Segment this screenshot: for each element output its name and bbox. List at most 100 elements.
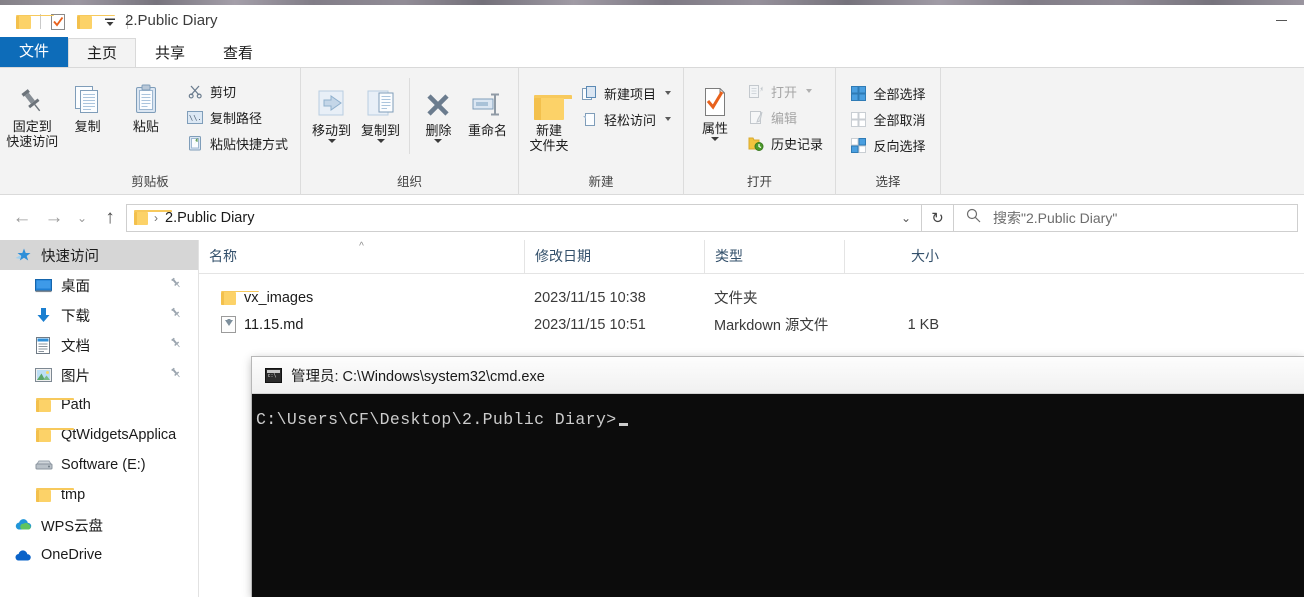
- history-label: 历史记录: [770, 136, 823, 152]
- pin-icon[interactable]: [170, 367, 182, 383]
- tab-file[interactable]: 文件: [0, 37, 69, 67]
- address-dropdown-icon[interactable]: ⌄: [893, 205, 919, 231]
- sidebar-item-onedrive[interactable]: OneDrive: [0, 540, 198, 570]
- sidebar-item-path[interactable]: Path: [0, 390, 198, 420]
- select-all-button[interactable]: 全部选择: [844, 80, 931, 106]
- column-header-name[interactable]: ^ 名称: [199, 240, 524, 273]
- sidebar-item-software-e[interactable]: Software (E:): [0, 450, 198, 480]
- tab-home[interactable]: 主页: [68, 38, 137, 67]
- sidebar-item-label: OneDrive: [41, 547, 103, 563]
- properties-icon[interactable]: [45, 10, 71, 33]
- select-none-button[interactable]: 全部取消: [844, 106, 931, 132]
- open-icon: [748, 83, 765, 100]
- sidebar-item-quick-access[interactable]: 快速访问: [0, 240, 198, 270]
- breadcrumb[interactable]: 2.Public Diary: [165, 210, 254, 226]
- folder-icon[interactable]: [10, 10, 54, 33]
- paste-button[interactable]: 粘贴: [117, 74, 175, 134]
- quick-access-star-icon: [14, 246, 33, 265]
- tab-share[interactable]: 共享: [136, 38, 204, 67]
- file-type: 文件夹: [714, 291, 758, 307]
- column-header-size[interactable]: 大小: [844, 240, 949, 273]
- rename-button[interactable]: 重命名: [463, 78, 512, 138]
- column-header-date[interactable]: 修改日期: [524, 240, 704, 273]
- copy-button[interactable]: 复制: [58, 74, 116, 134]
- delete-icon: [422, 84, 454, 120]
- sidebar-item-desktop[interactable]: 桌面: [0, 270, 198, 300]
- open-button[interactable]: 打开: [742, 78, 829, 104]
- properties-button[interactable]: 属性: [690, 76, 740, 141]
- search-box[interactable]: 搜索"2.Public Diary": [954, 203, 1298, 232]
- new-item-icon: [581, 85, 598, 102]
- paste-icon: [129, 80, 163, 116]
- sidebar-item-label: 图片: [61, 368, 90, 385]
- pin-icon[interactable]: [170, 277, 182, 293]
- copy-to-button[interactable]: 复制到: [356, 78, 405, 143]
- ribbon-group-open: 属性 打开 编辑 历史记录 打开: [683, 68, 835, 195]
- table-row[interactable]: vx_images 2023/11/15 10:38 文件夹: [199, 284, 1304, 311]
- new-folder-button[interactable]: 新建 文件夹: [525, 78, 573, 153]
- sidebar-item-documents[interactable]: 文档: [0, 330, 198, 360]
- move-to-label: 移动到: [312, 123, 352, 138]
- new-folder-label-line2: 文件夹: [529, 138, 569, 153]
- select-none-label: 全部取消: [873, 112, 926, 128]
- new-item-button[interactable]: 新建项目: [575, 80, 677, 106]
- chevron-down-icon[interactable]: [97, 10, 123, 33]
- new-folder-icon[interactable]: [71, 10, 115, 33]
- markdown-file-icon: [221, 316, 236, 333]
- address-bar[interactable]: › 2.Public Diary ⌄: [126, 203, 922, 232]
- sidebar-item-pictures[interactable]: 图片: [0, 360, 198, 390]
- cmd-console-output[interactable]: C:\Users\CF\Desktop\2.Public Diary>: [252, 394, 1304, 429]
- invert-selection-label: 反向选择: [873, 138, 926, 154]
- column-header-type[interactable]: 类型: [704, 240, 844, 273]
- open-small-commands: 打开 编辑 历史记录: [742, 76, 829, 156]
- chevron-down-icon: [806, 89, 812, 93]
- paste-shortcut-button[interactable]: 粘贴快捷方式: [181, 130, 294, 156]
- search-input[interactable]: 搜索"2.Public Diary": [993, 208, 1117, 228]
- command-prompt-window[interactable]: 管理员: C:\Windows\system32\cmd.exe C:\User…: [252, 357, 1304, 597]
- history-button[interactable]: 历史记录: [742, 130, 829, 156]
- minimize-button[interactable]: [1258, 5, 1304, 35]
- edit-button[interactable]: 编辑: [742, 104, 829, 130]
- up-button[interactable]: ↑: [94, 202, 126, 234]
- pin-icon[interactable]: [170, 307, 182, 323]
- sidebar-item-label: 文档: [61, 338, 90, 355]
- easy-access-button[interactable]: 轻松访问: [575, 106, 677, 132]
- file-name: 11.15.md: [244, 316, 304, 333]
- recent-locations-button[interactable]: ⌄: [70, 202, 94, 234]
- sidebar-item-label: QtWidgetsApplica: [61, 427, 177, 443]
- pin-icon[interactable]: [170, 337, 182, 353]
- ribbon-group-clipboard: 固定到 快速访问 复制 粘贴 剪切 \\. 复制路径 粘贴快捷方式 剪贴板: [0, 68, 300, 195]
- sidebar-item-qtwidgetsapplication[interactable]: QtWidgetsApplica: [0, 420, 198, 450]
- cmd-title-bar[interactable]: 管理员: C:\Windows\system32\cmd.exe: [252, 357, 1304, 394]
- group-label-select: 选择: [875, 175, 901, 189]
- delete-label: 删除: [425, 123, 452, 138]
- invert-selection-button[interactable]: 反向选择: [844, 132, 931, 158]
- sidebar-item-tmp[interactable]: tmp: [0, 480, 198, 510]
- move-to-button[interactable]: 移动到: [307, 78, 356, 143]
- table-row[interactable]: 11.15.md 2023/11/15 10:51 Markdown 源文件 1…: [199, 311, 1304, 338]
- forward-button[interactable]: →: [38, 202, 70, 234]
- scissors-icon: [187, 83, 204, 100]
- screen: 2.Public Diary 文件 主页 共享 查看 固定到 快速访问 复制 粘…: [0, 0, 1304, 597]
- sidebar-item-downloads[interactable]: 下载: [0, 300, 198, 330]
- copy-path-button[interactable]: \\.. 复制路径: [181, 104, 294, 130]
- cut-button[interactable]: 剪切: [181, 78, 294, 104]
- properties-label: 属性: [701, 121, 728, 136]
- sidebar-item-wps-cloud[interactable]: WPS云盘: [0, 510, 198, 540]
- sidebar-item-label: Software (E:): [61, 457, 146, 473]
- column-header-label: 修改日期: [535, 248, 591, 264]
- copy-to-icon: [364, 84, 398, 120]
- folder-icon: [34, 396, 74, 415]
- ribbon-group-select: 全部选择 全部取消 反向选择 选择: [835, 68, 940, 195]
- file-name-cell: 11.15.md: [199, 316, 524, 333]
- chevron-down-icon: [376, 139, 385, 143]
- delete-button[interactable]: 删除: [414, 78, 463, 143]
- group-label-organize: 组织: [396, 175, 422, 189]
- file-date: 2023/11/15 10:51: [534, 316, 646, 333]
- file-list-spacer: [199, 274, 1304, 284]
- file-name-cell: vx_images: [199, 290, 524, 306]
- pin-to-quick-access-button[interactable]: 固定到 快速访问: [6, 74, 58, 149]
- tab-view[interactable]: 查看: [204, 38, 272, 67]
- refresh-button[interactable]: ↻: [922, 203, 954, 232]
- back-button[interactable]: ←: [6, 202, 38, 234]
